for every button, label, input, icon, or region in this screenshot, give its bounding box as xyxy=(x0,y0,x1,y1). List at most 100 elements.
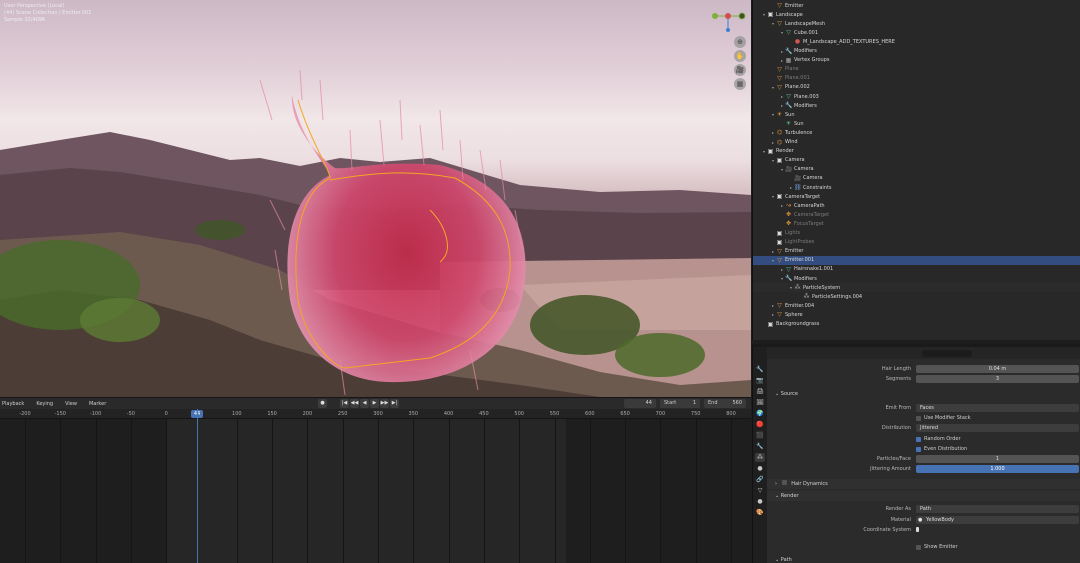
material-dropdown[interactable]: ● YellowBody xyxy=(916,516,1079,524)
properties-tab-icon[interactable]: 🌍 xyxy=(755,409,765,418)
outliner-item[interactable]: ▾ ⁂ ParticleSystem xyxy=(753,283,1080,293)
properties-tab-icon[interactable]: 🔴 xyxy=(755,420,765,429)
play-icon[interactable]: ▶ xyxy=(370,399,379,408)
outliner-item[interactable]: ▣ LightProbes xyxy=(753,238,1080,247)
outliner-item[interactable]: ▸ ▽ Emitter.004 xyxy=(753,301,1080,310)
coordinate-system-picker[interactable] xyxy=(916,527,922,532)
coordinate-system-label: Coordinate System xyxy=(863,527,911,533)
outliner-item[interactable]: ▾ ☀ Sun xyxy=(753,110,1080,119)
outliner-item[interactable]: ▾ ▣ CameraTarget xyxy=(753,192,1080,201)
outliner-item[interactable]: ▸ ⌬ Turbulence xyxy=(753,128,1080,137)
properties-tab-icon[interactable]: ● xyxy=(755,497,765,506)
frame-range-band xyxy=(166,419,566,563)
start-frame-field[interactable]: Start 1 xyxy=(660,399,700,408)
outliner-item[interactable]: ▾ ▣ Render xyxy=(753,147,1080,156)
end-frame-field[interactable]: End 560 xyxy=(704,399,746,408)
timeline-gridline xyxy=(413,419,415,563)
outliner-item[interactable]: ▽ Plane xyxy=(753,65,1080,74)
outliner-item[interactable]: ▾ ▣ Camera xyxy=(753,156,1080,165)
timeline-gridline xyxy=(519,419,521,563)
emit-from-dropdown[interactable]: Faces xyxy=(916,404,1079,412)
hair-dynamics-panel-header[interactable]: › Hair Dynamics xyxy=(767,479,1080,489)
properties-tab-icon[interactable]: ▽ xyxy=(755,486,765,495)
material-icon: ● xyxy=(918,517,923,523)
properties-tab-icon[interactable]: 🔗 xyxy=(755,475,765,484)
menu-marker[interactable]: Marker xyxy=(89,401,106,407)
menu-playback[interactable]: Playback xyxy=(2,401,24,407)
outliner-item[interactable]: ⁂ ParticleSettings.004 xyxy=(753,292,1080,301)
hair-length-field[interactable]: 0.04 m xyxy=(916,365,1079,373)
outliner-item[interactable]: ✥ CameraTarget xyxy=(753,210,1080,219)
render-as-dropdown[interactable]: Path xyxy=(916,505,1079,513)
outliner-item[interactable]: ▸ 🔧 Modifiers xyxy=(753,47,1080,56)
pan-hand-icon[interactable]: ✋ xyxy=(734,50,746,62)
jump-keyframe-forward-icon[interactable]: ▶▶ xyxy=(380,399,389,408)
outliner-item[interactable]: ▾ ▽ LandscapeMesh xyxy=(753,19,1080,28)
properties-tab-icon[interactable]: 🖨 xyxy=(755,387,765,396)
timeline-ruler[interactable]: -200-150-100-500441001502002503003504004… xyxy=(0,409,751,419)
outliner-item[interactable]: ☀ Sun xyxy=(753,119,1080,128)
jittering-amount-slider[interactable]: 1.000 xyxy=(916,465,1079,473)
outliner-item[interactable]: ▸ ▽ Sphere xyxy=(753,310,1080,319)
outliner-type-icon: ▽ xyxy=(777,2,782,9)
3d-viewport[interactable]: User Perspective (Local) (44) Scene Coll… xyxy=(0,0,751,397)
outliner-item[interactable]: ▸ ↝ CameraPath xyxy=(753,201,1080,210)
hair-dynamics-checkbox[interactable] xyxy=(781,480,787,485)
even-distribution-checkbox[interactable]: Even Distribution xyxy=(916,446,967,452)
outliner-item[interactable]: ▾ ▽ Emitter.001 xyxy=(753,255,1080,265)
jump-end-icon[interactable]: ▶| xyxy=(390,399,399,408)
outliner-item[interactable]: ▸ ▽ Hairsnake1.001 xyxy=(753,265,1080,274)
outliner-item[interactable]: ▸ 🔧 Modifiers xyxy=(753,101,1080,110)
outliner-item[interactable]: ▾ ▽ Cube.001 xyxy=(753,28,1080,37)
properties-tab-icon[interactable]: 🖼 xyxy=(755,398,765,407)
properties-tab-icon[interactable]: 📷 xyxy=(755,376,765,385)
outliner-item[interactable]: ▣ Lights xyxy=(753,229,1080,238)
outliner-item-label: Emitter xyxy=(785,2,804,9)
outliner-item[interactable]: ▣ Backgroundgrass xyxy=(753,320,1080,329)
source-section-header[interactable]: ⌄ Source xyxy=(767,389,1080,399)
properties-tab-icon[interactable]: 🔧 xyxy=(755,442,765,451)
properties-tab-icon[interactable]: 🎨 xyxy=(755,508,765,517)
outliner-item[interactable]: ▸ ▦ Vertex Groups xyxy=(753,56,1080,65)
outliner-item[interactable]: ▾ 🔧 Modifiers xyxy=(753,274,1080,283)
outliner-item[interactable]: ✥ FocusTarget xyxy=(753,219,1080,228)
record-icon[interactable]: ● xyxy=(318,399,327,408)
outliner-item[interactable]: ▾ ▣ Landscape xyxy=(753,10,1080,19)
outliner-item[interactable]: ▸ ⛓ Constraints xyxy=(753,183,1080,192)
properties-tab-icon[interactable]: ⁂ xyxy=(755,453,765,462)
show-emitter-checkbox[interactable]: Show Emitter xyxy=(916,544,958,550)
properties-tab-icon[interactable]: 🔧 xyxy=(755,365,765,374)
outliner-item[interactable]: ▽ Emitter xyxy=(753,1,1080,10)
segments-field[interactable]: 3 xyxy=(916,375,1079,383)
particles-face-field[interactable]: 1 xyxy=(916,455,1079,463)
random-order-checkbox[interactable]: Random Order xyxy=(916,436,961,442)
outliner-item[interactable]: ● M_Landscape_ADD_TEXTURES_HERE xyxy=(753,37,1080,46)
outliner-item[interactable]: ▸ ⌬ Wind xyxy=(753,138,1080,147)
timeline-body[interactable] xyxy=(0,419,751,563)
current-frame-field[interactable]: 44 xyxy=(624,399,656,408)
outliner-item[interactable]: ▸ ▽ Emitter xyxy=(753,247,1080,256)
distribution-dropdown[interactable]: Jittered xyxy=(916,424,1079,432)
menu-view[interactable]: View xyxy=(65,401,77,407)
jump-keyframe-back-icon[interactable]: ◀◀ xyxy=(350,399,359,408)
perspective-grid-icon[interactable]: ▦ xyxy=(734,78,746,90)
menu-keying[interactable]: Keying xyxy=(36,401,53,407)
outliner-item[interactable]: ▾ 🎥 Camera xyxy=(753,165,1080,174)
zoom-icon[interactable]: ⊕ xyxy=(734,36,746,48)
jump-start-icon[interactable]: |◀ xyxy=(340,399,349,408)
use-modifier-stack-checkbox[interactable]: Use Modifier Stack xyxy=(916,415,971,421)
outliner-item[interactable]: ▸ ▽ Plane.003 xyxy=(753,92,1080,101)
outliner-item-label: Emitter xyxy=(785,248,804,255)
properties-tab-icon[interactable]: ⬛ xyxy=(755,431,765,440)
outliner-item[interactable]: ▽ Plane.001 xyxy=(753,74,1080,83)
render-panel-header[interactable]: ⌄ Render xyxy=(767,491,1080,501)
camera-view-icon[interactable]: 🎥 xyxy=(734,64,746,76)
navigation-gizmo[interactable] xyxy=(708,2,748,32)
properties-tab-icon[interactable]: ● xyxy=(755,464,765,473)
play-reverse-icon[interactable]: ◀ xyxy=(360,399,369,408)
properties-search-input[interactable] xyxy=(922,350,972,357)
path-section-header[interactable]: ⌄ Path xyxy=(767,555,1080,563)
playhead[interactable] xyxy=(197,409,198,563)
outliner-item[interactable]: ▾ ▽ Plane.002 xyxy=(753,83,1080,92)
outliner-item[interactable]: 🎥 Camera xyxy=(753,174,1080,183)
